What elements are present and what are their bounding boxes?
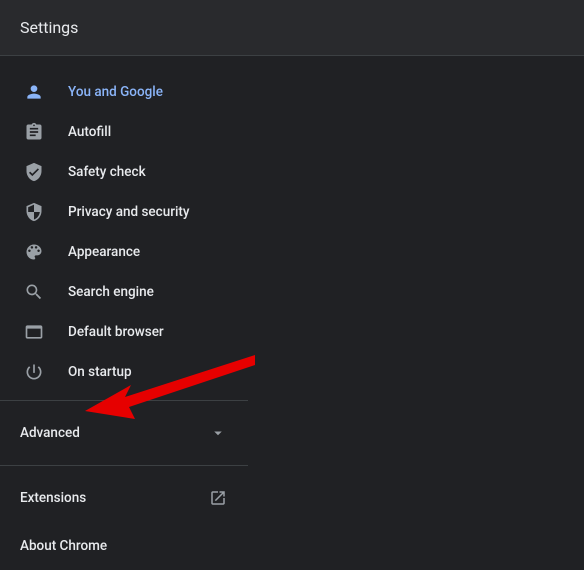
palette-icon: [24, 242, 44, 262]
sidebar-extensions[interactable]: Extensions: [0, 474, 248, 522]
clipboard-icon: [24, 122, 44, 142]
settings-sidebar: You and Google Autofill Safety check Pri…: [0, 56, 248, 570]
sidebar-item-autofill[interactable]: Autofill: [0, 112, 248, 152]
person-icon: [24, 82, 44, 102]
extensions-label: Extensions: [20, 490, 86, 506]
sidebar-item-default-browser[interactable]: Default browser: [0, 312, 248, 352]
divider: [0, 400, 248, 401]
search-icon: [24, 282, 44, 302]
sidebar-item-label: Privacy and security: [68, 204, 190, 220]
sidebar-item-label: On startup: [68, 364, 132, 380]
page-title: Settings: [20, 18, 78, 37]
settings-header: Settings: [0, 0, 584, 56]
power-icon: [24, 362, 44, 382]
sidebar-item-label: You and Google: [68, 84, 163, 100]
sidebar-item-label: Appearance: [68, 244, 140, 260]
about-label: About Chrome: [20, 538, 107, 554]
shield-icon: [24, 202, 44, 222]
chevron-down-icon: [208, 423, 228, 443]
sidebar-item-label: Safety check: [68, 164, 146, 180]
sidebar-item-label: Autofill: [68, 124, 111, 140]
browser-icon: [24, 322, 44, 342]
sidebar-item-safety-check[interactable]: Safety check: [0, 152, 248, 192]
open-external-icon: [208, 488, 228, 508]
sidebar-item-on-startup[interactable]: On startup: [0, 352, 248, 392]
advanced-label: Advanced: [20, 425, 80, 441]
sidebar-item-label: Default browser: [68, 324, 164, 340]
sidebar-item-search-engine[interactable]: Search engine: [0, 272, 248, 312]
sidebar-item-appearance[interactable]: Appearance: [0, 232, 248, 272]
shield-check-icon: [24, 162, 44, 182]
divider: [0, 465, 248, 466]
sidebar-item-privacy-security[interactable]: Privacy and security: [0, 192, 248, 232]
sidebar-about-chrome[interactable]: About Chrome: [0, 522, 248, 570]
sidebar-item-label: Search engine: [68, 284, 154, 300]
sidebar-item-you-and-google[interactable]: You and Google: [0, 72, 248, 112]
sidebar-advanced-toggle[interactable]: Advanced: [0, 409, 248, 457]
